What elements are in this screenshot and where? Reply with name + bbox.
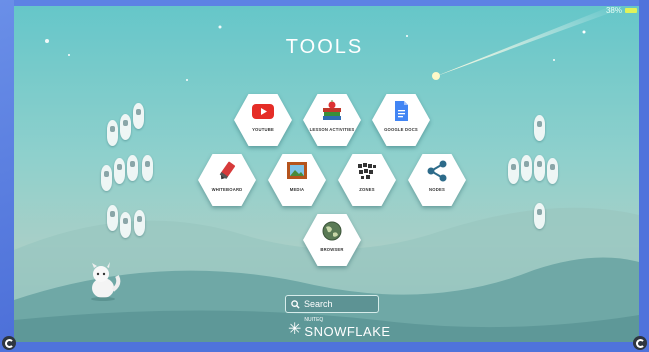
side-tray-item[interactable] [127, 155, 138, 181]
tool-label: NODES [429, 187, 445, 192]
corner-menu-left[interactable] [2, 336, 16, 350]
side-tray-item[interactable] [107, 120, 118, 146]
share-nodes-icon [427, 160, 447, 182]
tool-label: YOUTUBE [252, 127, 274, 132]
corner-menu-right[interactable] [633, 336, 647, 350]
globe-icon [322, 221, 342, 241]
tool-label: GOOGLE DOCS [384, 127, 418, 132]
tool-label: ZONES [359, 187, 375, 192]
brand-logo: ✳ NUITEQ SNOWFLAKE [288, 318, 391, 341]
side-tray-item[interactable] [120, 114, 131, 140]
tool-browser[interactable]: BROWSER [303, 214, 361, 266]
frame-top [0, 0, 649, 6]
search-icon [291, 299, 300, 309]
side-tray-item[interactable] [133, 103, 144, 129]
battery-icon [625, 8, 637, 13]
snowflake-icon: ✳ [288, 320, 302, 338]
side-tray-item[interactable] [142, 155, 153, 181]
mascot-figure[interactable] [83, 262, 123, 302]
side-tray-item[interactable] [534, 203, 545, 229]
youtube-icon [252, 104, 274, 119]
search-label: Search [304, 299, 333, 309]
tool-label: MEDIA [289, 187, 305, 192]
frame-bottom [0, 342, 649, 352]
tool-nodes[interactable]: NODES [408, 154, 466, 206]
side-tray-item[interactable] [101, 165, 112, 191]
books-apple-icon [323, 100, 341, 120]
tool-label: WHITEBOARD [211, 187, 243, 192]
picture-frame-icon [287, 162, 307, 179]
side-tray-item[interactable] [508, 158, 519, 184]
side-tray-item[interactable] [534, 155, 545, 181]
battery-indicator: 38% [606, 6, 637, 15]
search-button[interactable]: Search [285, 295, 379, 313]
page-title: TOOLS [285, 36, 364, 58]
side-tray-item[interactable] [547, 158, 558, 184]
tool-youtube[interactable]: YOUTUBE [234, 94, 292, 146]
side-tray-item[interactable] [134, 210, 145, 236]
marker-icon [219, 161, 236, 180]
side-tray-item[interactable] [120, 212, 131, 238]
brand-name: SNOWFLAKE [304, 324, 391, 339]
side-tray-item[interactable] [107, 205, 118, 231]
brand-small: NUITEQ [304, 317, 324, 323]
tool-zones[interactable]: ZONES [338, 154, 396, 206]
tool-label: LESSON ACTIVITIES [309, 127, 355, 132]
zones-grid-icon [358, 163, 376, 179]
side-tray-item[interactable] [114, 158, 125, 184]
tool-label: BROWSER [320, 247, 344, 252]
tool-whiteboard[interactable]: WHITEBOARD [198, 154, 256, 206]
google-docs-icon [395, 101, 408, 121]
desktop-background: 38% TOOLS YOUTUBE LESSON ACTIVITIES GOOG… [0, 0, 649, 352]
tool-lesson-activities[interactable]: LESSON ACTIVITIES [303, 94, 361, 146]
side-tray-item[interactable] [534, 115, 545, 141]
side-tray-item[interactable] [521, 155, 532, 181]
tool-media[interactable]: MEDIA [268, 154, 326, 206]
battery-percent: 38% [605, 6, 622, 15]
tool-google-docs[interactable]: GOOGLE DOCS [372, 94, 430, 146]
